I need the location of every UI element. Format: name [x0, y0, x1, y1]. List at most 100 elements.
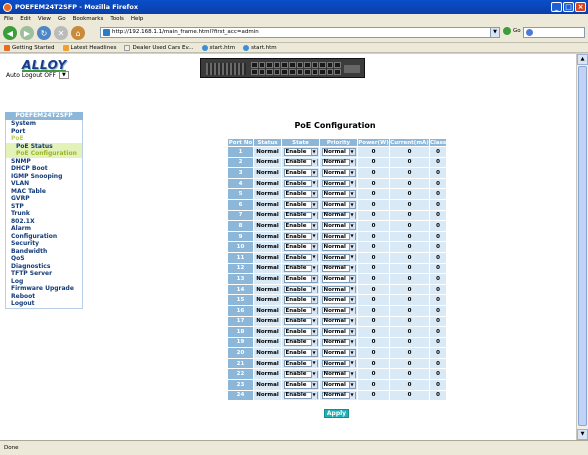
stop-icon[interactable]: ✕: [54, 26, 68, 40]
sidebar-item-dhcp-boot[interactable]: DHCP Boot: [6, 165, 82, 173]
state-select[interactable]: Enable ▼: [283, 317, 318, 326]
state-select[interactable]: Enable ▼: [283, 306, 318, 315]
priority-select[interactable]: Normal ▼: [321, 306, 356, 315]
menu-help[interactable]: Help: [131, 16, 144, 22]
priority-select[interactable]: Normal ▼: [321, 328, 356, 336]
vertical-scrollbar[interactable]: ▲ ▼: [576, 54, 588, 440]
auto-logout-select[interactable]: ▼: [58, 71, 69, 79]
priority-select[interactable]: Normal ▼: [321, 179, 356, 188]
state-select[interactable]: Enable ▼: [283, 253, 318, 262]
priority-select[interactable]: Normal ▼: [321, 169, 356, 177]
priority-select[interactable]: Normal ▼: [321, 381, 356, 389]
home-icon[interactable]: ⌂: [71, 26, 85, 40]
state-select[interactable]: Enable ▼: [283, 338, 318, 347]
sidebar-item-qos[interactable]: QoS: [6, 255, 82, 263]
menu-go[interactable]: Go: [58, 16, 66, 22]
state-select[interactable]: Enable ▼: [283, 222, 318, 230]
state-select[interactable]: Enable ▼: [283, 232, 318, 241]
priority-select[interactable]: Normal ▼: [321, 275, 356, 283]
scroll-down-icon[interactable]: ▼: [577, 429, 588, 440]
sidebar-item-logout[interactable]: Logout: [6, 300, 82, 308]
state-select[interactable]: Enable ▼: [283, 158, 318, 167]
priority-select[interactable]: Normal ▼: [321, 285, 356, 294]
priority-select[interactable]: Normal ▼: [321, 370, 356, 379]
sidebar-item-802-1x[interactable]: 802.1X: [6, 218, 82, 226]
state-select[interactable]: Enable ▼: [283, 349, 318, 357]
menu-tools[interactable]: Tools: [110, 16, 124, 22]
go-button[interactable]: Go: [503, 27, 521, 35]
sidebar-item-log[interactable]: Log: [6, 278, 82, 286]
bookmark-item[interactable]: Dealer Used Cars Ev...: [124, 44, 194, 51]
forward-arrow-icon[interactable]: ▶: [20, 26, 34, 40]
scroll-up-icon[interactable]: ▲: [577, 54, 588, 65]
priority-select[interactable]: Normal ▼: [321, 190, 356, 198]
state-select[interactable]: Enable ▼: [283, 169, 318, 177]
sidebar-item-firmware-upgrade[interactable]: Firmware Upgrade: [6, 285, 82, 293]
state-select[interactable]: Enable ▼: [283, 179, 318, 188]
priority-select[interactable]: Normal ▼: [321, 296, 356, 304]
sidebar-item-bandwidth[interactable]: Bandwidth: [6, 248, 82, 256]
state-select[interactable]: Enable ▼: [283, 275, 318, 283]
sidebar-item-diagnostics[interactable]: Diagnostics: [6, 263, 82, 271]
state-select[interactable]: Enable ▼: [283, 285, 318, 294]
sidebar-item-poe-status[interactable]: PoE Status: [6, 142, 82, 150]
state-select[interactable]: Enable ▼: [283, 190, 318, 198]
priority-select[interactable]: Normal ▼: [321, 232, 356, 241]
minimize-button[interactable]: _: [551, 2, 562, 12]
priority-select[interactable]: Normal ▼: [321, 264, 356, 273]
scroll-thumb[interactable]: [578, 66, 587, 426]
priority-select[interactable]: Normal ▼: [321, 222, 356, 230]
priority-select[interactable]: Normal ▼: [321, 349, 356, 357]
state-select[interactable]: Enable ▼: [283, 381, 318, 389]
sidebar-item-igmp-snooping[interactable]: IGMP Snooping: [6, 173, 82, 181]
priority-select[interactable]: Normal ▼: [321, 201, 356, 209]
priority-select[interactable]: Normal ▼: [321, 338, 356, 347]
bookmark-item[interactable]: start.htm: [243, 44, 277, 51]
priority-select[interactable]: Normal ▼: [321, 211, 356, 220]
sidebar-item-system[interactable]: System: [6, 120, 82, 128]
state-select[interactable]: Enable ▼: [283, 359, 318, 368]
state-select[interactable]: Enable ▼: [283, 328, 318, 336]
priority-select[interactable]: Normal ▼: [321, 243, 356, 251]
menu-file[interactable]: File: [4, 16, 13, 22]
sidebar-item-vlan[interactable]: VLAN: [6, 180, 82, 188]
search-input[interactable]: [523, 27, 585, 38]
bookmark-item[interactable]: Latest Headlines: [62, 44, 116, 51]
state-select[interactable]: Enable ▼: [283, 264, 318, 273]
sidebar-item-poe[interactable]: PoE: [6, 135, 82, 143]
priority-select[interactable]: Normal ▼: [321, 359, 356, 368]
priority-select[interactable]: Normal ▼: [321, 391, 356, 400]
sidebar-item-configuration[interactable]: Configuration: [6, 233, 82, 241]
apply-button[interactable]: Apply: [324, 409, 349, 418]
state-select[interactable]: Enable ▼: [283, 296, 318, 304]
address-dropdown-icon[interactable]: ▼: [490, 28, 499, 37]
sidebar-item-trunk[interactable]: Trunk: [6, 210, 82, 218]
sidebar-item-gvrp[interactable]: GVRP: [6, 195, 82, 203]
state-select[interactable]: Enable ▼: [283, 370, 318, 379]
state-select[interactable]: Enable ▼: [283, 243, 318, 251]
sidebar-item-alarm[interactable]: Alarm: [6, 225, 82, 233]
bookmark-item[interactable]: start.htm: [201, 44, 235, 51]
sidebar-item-tftp-server[interactable]: TFTP Server: [6, 270, 82, 278]
maximize-button[interactable]: □: [563, 2, 574, 12]
state-select[interactable]: Enable ▼: [283, 148, 318, 156]
sidebar-item-security[interactable]: Security: [6, 240, 82, 248]
state-select[interactable]: Enable ▼: [283, 391, 318, 400]
priority-select[interactable]: Normal ▼: [321, 158, 356, 167]
state-select[interactable]: Enable ▼: [283, 211, 318, 220]
menu-view[interactable]: View: [38, 16, 51, 22]
close-button[interactable]: ×: [575, 2, 586, 12]
sidebar-item-port[interactable]: Port: [6, 128, 82, 136]
sidebar-item-poe-configuration[interactable]: PoE Configuration: [6, 150, 82, 158]
priority-select[interactable]: Normal ▼: [321, 317, 356, 326]
menu-edit[interactable]: Edit: [20, 16, 31, 22]
sidebar-item-snmp[interactable]: SNMP: [6, 158, 82, 166]
bookmark-item[interactable]: Getting Started: [4, 44, 55, 51]
sidebar-item-reboot[interactable]: Reboot: [6, 293, 82, 301]
menu-bookmarks[interactable]: Bookmarks: [73, 16, 104, 22]
sidebar-item-stp[interactable]: STP: [6, 203, 82, 211]
back-arrow-icon[interactable]: ◀: [3, 26, 17, 40]
priority-select[interactable]: Normal ▼: [321, 253, 356, 262]
reload-icon[interactable]: ↻: [37, 26, 51, 40]
address-bar[interactable]: http://192.168.1.1/main_frame.html?first…: [100, 27, 500, 38]
